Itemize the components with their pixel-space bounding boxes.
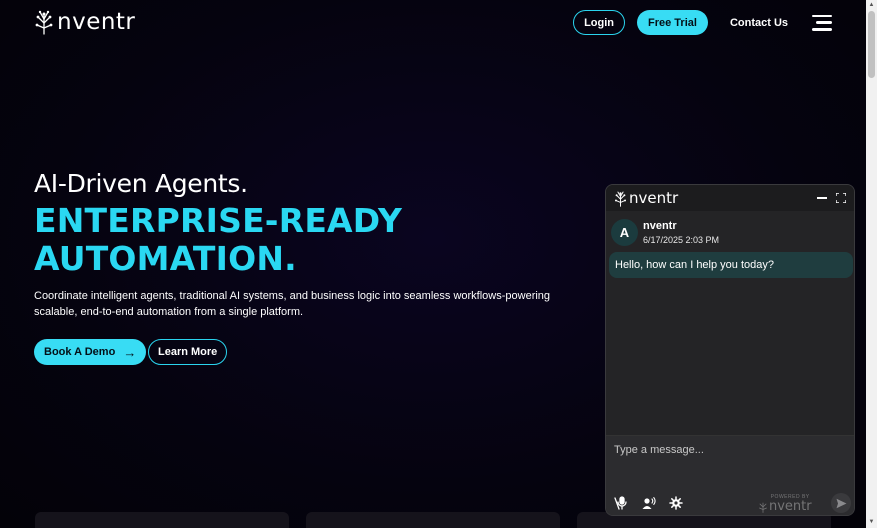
hamburger-menu-icon[interactable] bbox=[812, 14, 832, 31]
chat-title: nventr bbox=[629, 189, 679, 207]
hamburger-line bbox=[816, 21, 832, 24]
chat-composer: POWERED BY nventr bbox=[606, 435, 854, 515]
book-demo-label: Book A Demo bbox=[44, 346, 116, 358]
hero-title-line1: ENTERPRISE-READY bbox=[34, 201, 403, 240]
stat-card bbox=[35, 512, 289, 528]
expand-icon[interactable] bbox=[836, 193, 846, 203]
voice-chat-icon[interactable] bbox=[642, 496, 656, 510]
powered-by-badge: POWERED BY nventr bbox=[758, 494, 812, 513]
contact-us-link[interactable]: Contact Us bbox=[730, 17, 788, 29]
page-scrollbar[interactable]: ▲ ▼ bbox=[866, 0, 877, 528]
hamburger-line bbox=[812, 28, 832, 31]
hero-title-line2: AUTOMATION. bbox=[34, 239, 297, 278]
login-button[interactable]: Login bbox=[573, 10, 626, 35]
book-demo-button[interactable]: Book A Demo → bbox=[34, 339, 147, 365]
chat-widget: nventr A nventr 6/17/2025 2:03 PM Hello,… bbox=[605, 184, 855, 516]
logo-text: nventr bbox=[57, 9, 136, 35]
learn-more-button[interactable]: Learn More bbox=[148, 339, 228, 365]
chat-message-input[interactable] bbox=[614, 444, 844, 456]
powered-by-name: nventr bbox=[769, 499, 812, 514]
scroll-down-arrow-icon[interactable]: ▼ bbox=[866, 517, 877, 528]
avatar: A bbox=[611, 219, 638, 246]
settings-gear-icon[interactable] bbox=[669, 496, 683, 510]
chat-header: nventr bbox=[606, 185, 854, 211]
send-icon bbox=[836, 498, 846, 508]
logo-mark-icon bbox=[759, 502, 767, 513]
arrow-right-icon: → bbox=[123, 344, 137, 360]
chat-controls bbox=[817, 193, 846, 203]
powered-by-logo: nventr bbox=[758, 500, 812, 513]
minimize-icon[interactable] bbox=[817, 196, 827, 200]
logo-mark-icon bbox=[35, 10, 53, 35]
logo[interactable]: nventr bbox=[34, 9, 135, 35]
message-timestamp: 6/17/2025 2:03 PM bbox=[643, 235, 720, 245]
top-nav: Login Free Trial Contact Us bbox=[573, 10, 832, 35]
scroll-up-arrow-icon[interactable]: ▲ bbox=[866, 0, 877, 11]
microphone-icon[interactable] bbox=[614, 496, 628, 510]
hero-title: ENTERPRISE-READY AUTOMATION. bbox=[34, 202, 402, 278]
page: nventr Login Free Trial Contact Us AI-Dr… bbox=[0, 0, 866, 528]
free-trial-button[interactable]: Free Trial bbox=[637, 10, 708, 35]
hero-kicker: AI-Driven Agents. bbox=[34, 169, 248, 198]
message-bubble: Hello, how can I help you today? bbox=[609, 252, 853, 278]
hamburger-line bbox=[812, 14, 832, 17]
logo-mark-icon bbox=[614, 191, 627, 207]
hero-description: Coordinate intelligent agents, tradition… bbox=[34, 290, 551, 318]
message-sender: nventr bbox=[643, 220, 677, 232]
scrollbar-thumb[interactable] bbox=[868, 11, 875, 78]
stat-card bbox=[306, 512, 560, 528]
send-button[interactable] bbox=[831, 493, 851, 513]
